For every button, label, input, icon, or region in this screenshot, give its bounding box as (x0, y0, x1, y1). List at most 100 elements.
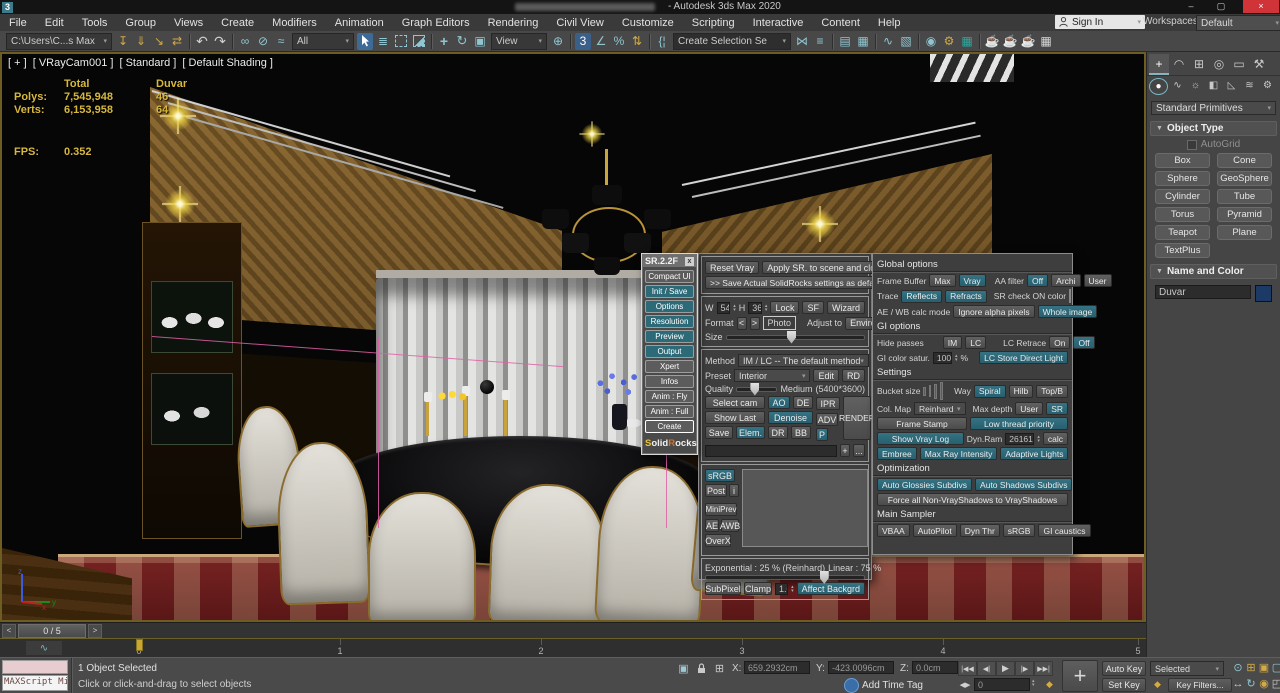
height-field[interactable]: 3600 (748, 302, 762, 314)
category-geometry-icon[interactable]: ● (1149, 78, 1168, 95)
app-icon[interactable]: 3 (2, 2, 13, 13)
z-coordinate-field[interactable]: 0.0cm (912, 661, 958, 674)
previous-frame-button[interactable]: < (2, 624, 16, 638)
lc-button[interactable]: LC (965, 336, 986, 349)
miniprev-button[interactable]: MiniPrev (705, 503, 737, 516)
maximize-viewport-icon[interactable]: ◰ (1269, 676, 1280, 691)
menu-tools[interactable]: Tools (73, 17, 117, 29)
preset-dropdown[interactable]: Interior ▾ (734, 369, 810, 382)
spinner-snap-icon[interactable]: ⇅ (629, 33, 645, 50)
show-vray-log-button[interactable]: Show Vray Log (877, 432, 964, 445)
quality-slider[interactable] (736, 387, 777, 392)
primitive-category-dropdown[interactable]: Standard Primitives ▾ (1151, 101, 1276, 115)
calc-button[interactable]: calc (1043, 432, 1068, 445)
render-production-icon[interactable]: ☕ (984, 33, 1000, 50)
render-iterative-icon[interactable]: ☕ (1002, 33, 1018, 50)
selection-set-dropdown[interactable]: Selected ▾ (1150, 661, 1224, 676)
frame-spinner[interactable]: ▴▾ (1032, 679, 1035, 687)
de-button[interactable]: DE (793, 396, 813, 409)
output-path-field[interactable] (705, 445, 837, 457)
name-color-rollout[interactable]: ▼ Name and Color (1150, 264, 1277, 279)
menu-graph-editors[interactable]: Graph Editors (393, 17, 479, 29)
overx-button[interactable]: OverX (705, 534, 731, 547)
lc-store-button[interactable]: LC Store Direct Light (979, 351, 1068, 364)
menu-animation[interactable]: Animation (326, 17, 393, 29)
embree-button[interactable]: Embree (877, 447, 917, 460)
ae-button[interactable]: AE (705, 519, 719, 532)
format-next-button[interactable]: > (750, 317, 760, 330)
link-scene-icon[interactable]: ↧ (115, 33, 131, 50)
next-frame-button[interactable]: > (88, 624, 102, 638)
output-button[interactable]: Output (645, 345, 694, 358)
add-path-button[interactable]: + (840, 444, 850, 457)
quality-slider-thumb[interactable] (750, 383, 759, 396)
way-hilb-button[interactable]: Hilb (1009, 385, 1034, 398)
open-rendered-frame-icon[interactable]: ▦ (1038, 33, 1054, 50)
way-spiral-button[interactable]: Spiral (974, 385, 1006, 398)
maximize-button[interactable]: ▢ (1208, 0, 1234, 13)
zoom-region-icon[interactable]: ▢ (1269, 660, 1280, 675)
exposure-slider[interactable] (705, 575, 865, 580)
undo-icon[interactable]: ↶ (194, 33, 210, 50)
ignore-alpha-button[interactable]: Ignore alpha pixels (953, 305, 1034, 318)
toggle-scene-explorer-icon[interactable]: ▤ (837, 33, 853, 50)
category-helpers-icon[interactable]: ◺ (1223, 78, 1240, 93)
autopilot-button[interactable]: AutoPilot (913, 524, 957, 537)
xpert-button[interactable]: Xpert (645, 360, 694, 373)
infos-button[interactable]: Infos (645, 375, 694, 388)
gi-caustics-button[interactable]: GI caustics (1038, 524, 1090, 537)
key-filters-button[interactable]: Key Filters... (1168, 678, 1232, 692)
mini-curve-editor-button[interactable]: ∿ (26, 641, 62, 655)
reference-coordinate-dropdown[interactable]: View ▾ (491, 33, 547, 50)
named-selection-sets-icon[interactable]: {¦ (654, 33, 670, 50)
textplus-button[interactable]: TextPlus (1155, 243, 1210, 258)
info-button[interactable]: i (729, 484, 739, 497)
size-slider-thumb[interactable] (787, 331, 796, 344)
snap-toggle-3d-icon[interactable]: 3 (575, 33, 591, 50)
sign-in-button[interactable]: Sign In ▾ (1055, 15, 1145, 29)
redo-icon[interactable]: ↷ (212, 33, 228, 50)
select-rotate-icon[interactable]: ↻ (454, 33, 470, 50)
time-tag-icon[interactable] (844, 678, 859, 693)
unlink-selection-icon[interactable]: ⊘ (255, 33, 271, 50)
render-in-cloud-icon[interactable]: ☕ (1020, 33, 1036, 50)
add-time-tag[interactable]: Add Time Tag (862, 680, 923, 691)
category-lights-icon[interactable]: ☼ (1187, 78, 1204, 93)
current-frame-marker[interactable] (136, 639, 143, 651)
key-mode-toggle-icon[interactable]: ◆ (1042, 677, 1057, 691)
y-coordinate-field[interactable]: -423.0096cm (828, 661, 894, 674)
aa-user-button[interactable]: User (1084, 274, 1112, 287)
size-slider[interactable] (726, 335, 865, 340)
render-button[interactable]: RENDER (843, 396, 871, 440)
menu-content[interactable]: Content (812, 17, 869, 29)
browse-button[interactable]: ... (853, 444, 865, 457)
align-icon[interactable]: ≡ (812, 33, 828, 50)
window-crossing-icon[interactable] (413, 35, 425, 47)
set-keys-button[interactable]: + (1062, 660, 1098, 692)
solidrocks-panel-titlebar[interactable]: SR.2.2F x (643, 255, 696, 267)
depth-user-button[interactable]: User (1015, 402, 1043, 415)
clamp-button[interactable]: Clamp (744, 582, 772, 595)
vbaa-button[interactable]: VBAA (877, 524, 910, 537)
gi-satur-field[interactable]: 100 (933, 352, 952, 364)
frame-stamp-button[interactable]: Frame Stamp (877, 417, 967, 430)
p-button[interactable]: P (816, 428, 828, 441)
adaptive-lights-button[interactable]: Adaptive Lights (1000, 447, 1068, 460)
viewport-menu-pov[interactable]: [ VRayCam001 ] (33, 57, 114, 69)
set-key-button[interactable]: Set Key (1102, 678, 1146, 692)
go-to-start-button[interactable]: |◀◀ (958, 661, 977, 676)
torus-button[interactable]: Torus (1155, 207, 1210, 222)
adv-button[interactable]: ADV (816, 413, 838, 426)
render-setup-icon[interactable]: ⚙ (941, 33, 957, 50)
clamp-value-field[interactable]: 1.0 (775, 583, 788, 595)
menu-help[interactable]: Help (869, 17, 910, 29)
workspace-dropdown[interactable]: Default ▾ (1196, 15, 1280, 31)
curve-editor-icon[interactable]: ∿ (880, 33, 896, 50)
material-editor-icon[interactable]: ◉ (923, 33, 939, 50)
post-button[interactable]: Post (705, 484, 727, 497)
preset-edit-button[interactable]: Edit (813, 369, 839, 382)
menu-group[interactable]: Group (116, 17, 165, 29)
menu-civil-view[interactable]: Civil View (547, 17, 612, 29)
maxscript-mini-listener-output[interactable] (2, 660, 68, 674)
menu-scripting[interactable]: Scripting (683, 17, 744, 29)
